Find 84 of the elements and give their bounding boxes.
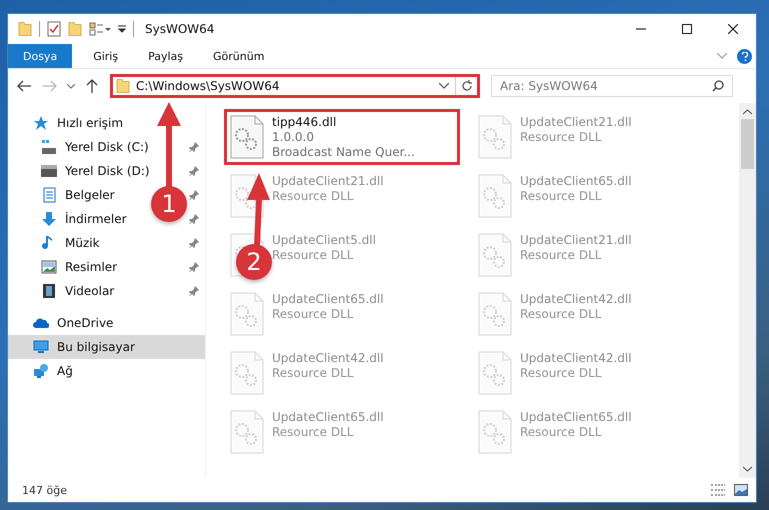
dropdown-icon[interactable] bbox=[118, 24, 126, 34]
dll-file-icon bbox=[230, 292, 264, 336]
file-name[interactable]: tipp446.dll bbox=[272, 115, 415, 129]
pin-icon[interactable] bbox=[189, 286, 199, 296]
scrollbar[interactable] bbox=[739, 103, 756, 478]
up-arrow-icon bbox=[86, 79, 98, 93]
download-icon bbox=[41, 211, 57, 227]
nav-item[interactable]: Belgeler bbox=[65, 188, 115, 202]
pin-icon[interactable] bbox=[189, 214, 199, 224]
dll-file-icon bbox=[478, 174, 512, 218]
file-detail: Resource DLL bbox=[272, 307, 354, 321]
item-count: 147 öğe bbox=[22, 484, 67, 496]
nav-item[interactable]: Müzik bbox=[65, 236, 100, 250]
document-icon bbox=[41, 187, 57, 203]
details-view-icon[interactable] bbox=[710, 484, 726, 496]
dll-file-icon bbox=[478, 351, 512, 395]
maximize-icon bbox=[682, 24, 692, 34]
ribbon-tab[interactable]: Paylaş bbox=[133, 44, 198, 68]
drive-icon bbox=[41, 139, 57, 155]
close-icon bbox=[728, 24, 738, 34]
nav-item[interactable]: Resimler bbox=[65, 260, 118, 274]
ribbon-tab[interactable]: Görünüm bbox=[198, 44, 280, 68]
image-icon bbox=[41, 259, 57, 275]
pin-icon[interactable] bbox=[189, 142, 199, 152]
file-detail: Resource DLL bbox=[272, 366, 354, 380]
pin-icon[interactable] bbox=[189, 166, 199, 176]
help-button[interactable] bbox=[737, 48, 752, 64]
folder-icon bbox=[18, 22, 32, 36]
large-icons-view-icon[interactable] bbox=[734, 484, 748, 496]
dll-file-icon bbox=[230, 410, 264, 454]
ribbon-tab[interactable]: Giriş bbox=[78, 44, 134, 68]
search-field[interactable]: Ara: SysWOW64 bbox=[491, 75, 733, 97]
scrollbar-thumb[interactable] bbox=[741, 119, 754, 169]
forward-arrow-icon bbox=[43, 80, 57, 92]
file-detail: Resource DLL bbox=[520, 248, 602, 262]
file-detail: Resource DLL bbox=[520, 366, 602, 380]
nav-item[interactable]: Ağ bbox=[57, 364, 73, 378]
back-arrow-icon bbox=[17, 80, 31, 92]
dll-file-icon bbox=[230, 351, 264, 395]
file-detail: Resource DLL bbox=[272, 425, 354, 439]
view-icon[interactable] bbox=[89, 22, 111, 36]
ribbon-tab[interactable]: Dosya bbox=[8, 44, 72, 68]
file-detail: 1.0.0.0 bbox=[272, 130, 315, 144]
nav-item[interactable]: Videolar bbox=[65, 284, 114, 298]
folder-icon bbox=[116, 79, 130, 93]
search-icon[interactable] bbox=[712, 80, 724, 92]
dropdown-icon[interactable] bbox=[439, 83, 449, 89]
file-detail: Resource DLL bbox=[272, 248, 354, 262]
pin-icon[interactable] bbox=[189, 262, 199, 272]
dll-file-icon bbox=[230, 115, 264, 159]
pin-icon[interactable] bbox=[189, 190, 199, 200]
window-title: SysWOW64 bbox=[145, 22, 214, 36]
nav-item[interactable]: OneDrive bbox=[57, 316, 114, 330]
nav-item[interactable]: Hızlı erişim bbox=[57, 116, 124, 130]
nav-item[interactable]: Yerel Disk (C:) bbox=[65, 140, 149, 154]
file-detail: Resource DLL bbox=[520, 130, 602, 144]
dll-file-icon bbox=[478, 410, 512, 454]
network-icon bbox=[33, 363, 49, 379]
nav-item[interactable]: İndirmeler bbox=[65, 212, 127, 226]
file-detail: Resource DLL bbox=[272, 189, 354, 203]
properties-icon[interactable] bbox=[47, 21, 61, 37]
new-folder-icon bbox=[68, 22, 82, 36]
scroll-up-icon[interactable] bbox=[743, 109, 752, 115]
drive-icon bbox=[41, 163, 57, 179]
nav-item[interactable]: Yerel Disk (D:) bbox=[65, 164, 150, 178]
file-detail: Broadcast Name Quer... bbox=[272, 145, 415, 159]
film-icon bbox=[41, 283, 57, 299]
nav-item[interactable]: Bu bilgisayar bbox=[57, 340, 135, 354]
star-icon bbox=[33, 115, 49, 131]
pin-icon[interactable] bbox=[189, 238, 199, 248]
computer-icon bbox=[33, 339, 49, 355]
dll-file-icon bbox=[478, 115, 512, 159]
caret-icon bbox=[67, 84, 75, 88]
question-mark-icon bbox=[742, 52, 748, 60]
dll-file-icon bbox=[478, 292, 512, 336]
file-detail: Resource DLL bbox=[520, 307, 602, 321]
selected-row-highlight[interactable]: Bu bilgisayar bbox=[8, 335, 205, 359]
address-bar[interactable]: C:\Windows\SysWOW64 bbox=[110, 74, 480, 98]
refresh-icon bbox=[460, 80, 472, 92]
scroll-down-icon[interactable] bbox=[743, 466, 752, 472]
chevron-icon[interactable] bbox=[717, 53, 727, 59]
file-detail: Resource DLL bbox=[520, 425, 602, 439]
dll-file-icon bbox=[478, 233, 512, 277]
file-detail: Resource DLL bbox=[520, 189, 602, 203]
